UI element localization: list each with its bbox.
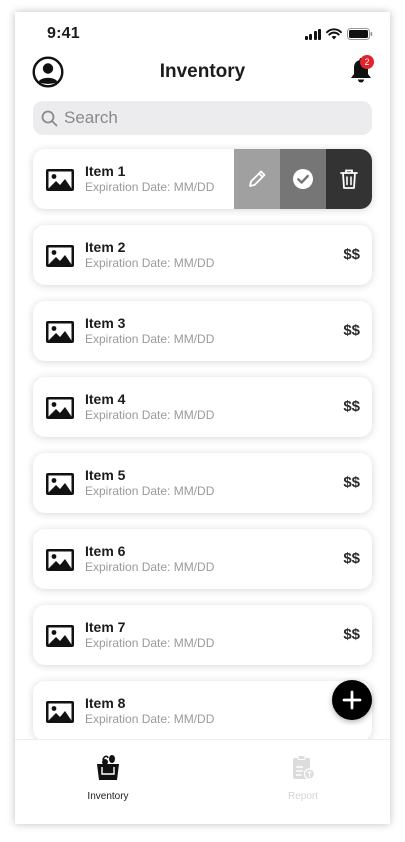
item-expiration: Expiration Date: MM/DD	[85, 636, 215, 650]
item-expiration: Expiration Date: MM/DD	[85, 712, 215, 726]
list-item[interactable]: Item 8 Expiration Date: MM/DD $$	[33, 681, 372, 739]
list-item[interactable]: Item 1 Expiration Date: MM/DD	[33, 149, 372, 209]
tab-inventory-label: Inventory	[87, 791, 129, 802]
image-placeholder-icon	[46, 549, 74, 571]
list-item[interactable]: Item 5 Expiration Date: MM/DD $$	[33, 453, 372, 513]
list-item[interactable]: Item 2 Expiration Date: MM/DD $$	[33, 225, 372, 285]
item-expiration: Expiration Date: MM/DD	[85, 560, 215, 574]
report-icon	[293, 755, 316, 780]
item-name: Item 2	[85, 239, 126, 255]
item-price: $$	[343, 398, 360, 415]
item-name: Item 6	[85, 543, 126, 559]
item-expiration: Expiration Date: MM/DD	[85, 484, 215, 498]
tab-report[interactable]: Report	[258, 754, 348, 802]
edit-item-button[interactable]	[234, 149, 280, 209]
swipe-actions	[234, 149, 372, 209]
item-expiration: Expiration Date: MM/DD	[85, 180, 215, 194]
image-placeholder-icon	[46, 701, 74, 723]
mark-used-button[interactable]	[280, 149, 326, 209]
item-expiration: Expiration Date: MM/DD	[85, 408, 215, 422]
image-placeholder-icon	[46, 625, 74, 647]
item-name: Item 5	[85, 467, 126, 483]
plus-icon	[342, 690, 362, 710]
tab-inventory[interactable]: Inventory	[63, 754, 153, 802]
image-placeholder-icon	[46, 245, 74, 267]
delete-item-button[interactable]	[326, 149, 372, 209]
item-price: $$	[343, 322, 360, 339]
list-item[interactable]: Item 3 Expiration Date: MM/DD $$	[33, 301, 372, 361]
item-name: Item 8	[85, 695, 126, 711]
list-item[interactable]: Item 4 Expiration Date: MM/DD $$	[33, 377, 372, 437]
check-circle-icon	[293, 169, 313, 189]
trash-icon	[340, 169, 358, 189]
image-placeholder-icon	[46, 473, 74, 495]
grocery-bag-icon	[97, 755, 119, 780]
item-name: Item 1	[85, 163, 126, 179]
tab-bar: Inventory Report	[15, 739, 390, 824]
item-price: $$	[343, 550, 360, 567]
item-expiration: Expiration Date: MM/DD	[85, 332, 215, 346]
list-item[interactable]: Item 6 Expiration Date: MM/DD $$	[33, 529, 372, 589]
pencil-icon	[249, 170, 266, 187]
image-placeholder-icon	[46, 397, 74, 419]
item-expiration: Expiration Date: MM/DD	[85, 256, 215, 270]
item-name: Item 7	[85, 619, 126, 635]
list-item[interactable]: Item 7 Expiration Date: MM/DD $$	[33, 605, 372, 665]
inventory-list: Item 1 Expiration Date: MM/DD Item 2 Exp…	[15, 12, 390, 739]
item-price: $$	[343, 474, 360, 491]
item-name: Item 3	[85, 315, 126, 331]
phone-screen: 9:41 Inventory 2 Search Item 1 Expiratio…	[15, 12, 390, 824]
item-name: Item 4	[85, 391, 126, 407]
add-item-button[interactable]	[332, 680, 372, 720]
image-placeholder-icon	[46, 169, 74, 191]
tab-report-label: Report	[287, 791, 318, 802]
item-price: $$	[343, 626, 360, 643]
image-placeholder-icon	[46, 321, 74, 343]
item-price: $$	[343, 246, 360, 263]
